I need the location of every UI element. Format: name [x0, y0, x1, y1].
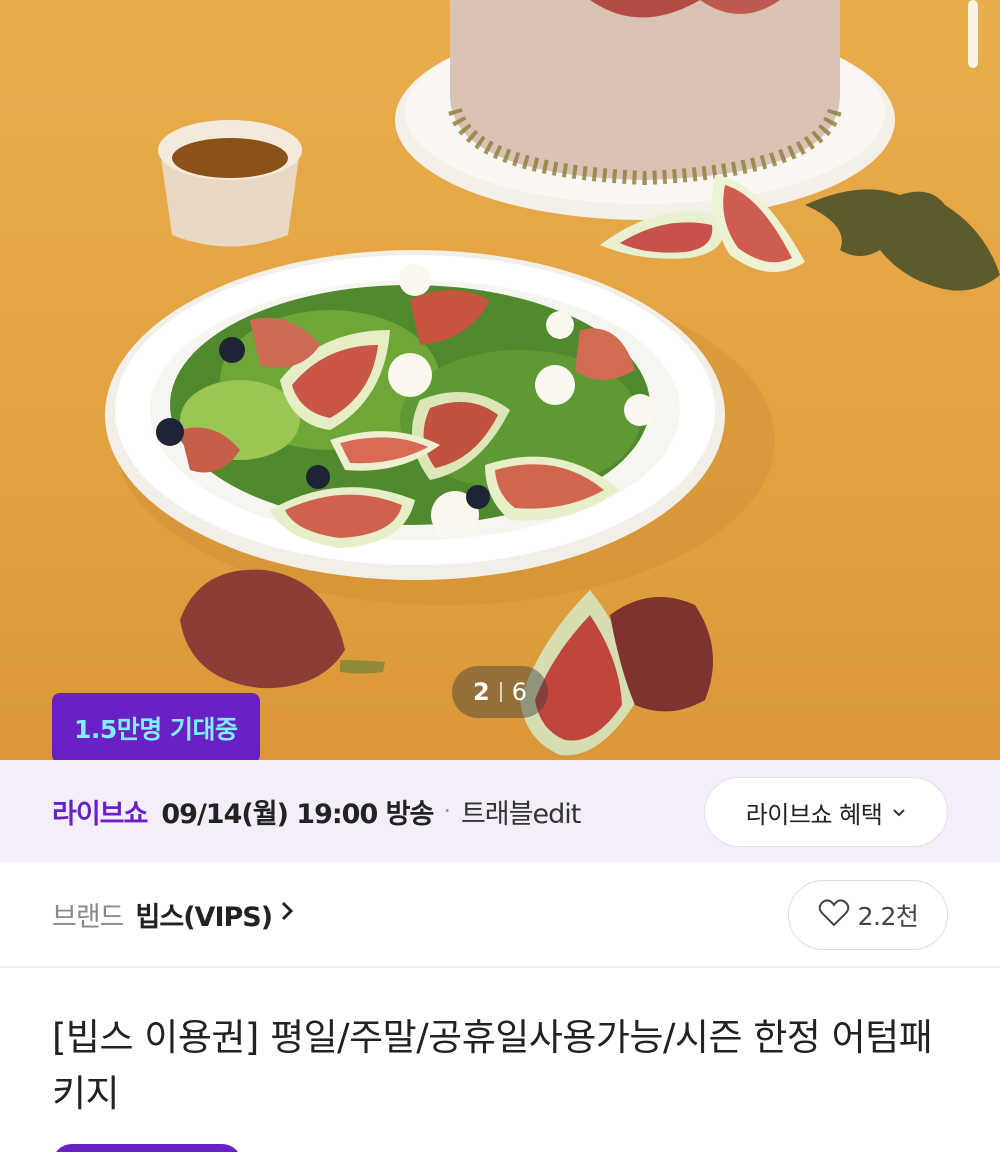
live-show-bar: 라이브쇼 09/14(월) 19:00 방송 · 트래블edit 라이브쇼 혜택: [0, 760, 1000, 862]
product-tag-badge: [52, 1144, 242, 1152]
product-image-carousel[interactable]: 2 6 1.5만명 기대중: [0, 0, 1000, 760]
pager-total: 6: [511, 678, 527, 706]
like-count: 2.2천: [857, 902, 919, 931]
product-title: [빕스 이용권] 평일/주말/공휴일사용가능/시즌 한정 어텀패키지: [52, 1016, 933, 1115]
pager-current: 2: [473, 678, 490, 706]
product-photo: [105, 0, 1000, 756]
heart-icon: [818, 898, 850, 932]
live-show-benefit-label: 라이브쇼 혜택: [745, 800, 883, 829]
live-show-date: 09/14(월) 19:00 방송: [161, 798, 434, 830]
brand-link[interactable]: 빕스(VIPS): [136, 895, 274, 934]
brand-prefix-label: 브랜드: [52, 901, 125, 933]
live-show-label: 라이브쇼: [52, 798, 148, 830]
image-pager-indicator: 2 6: [452, 666, 548, 718]
live-show-separator: ·: [443, 797, 451, 825]
like-button[interactable]: 2.2천: [788, 880, 948, 950]
pager-divider: [499, 682, 502, 702]
live-show-benefit-button[interactable]: 라이브쇼 혜택: [704, 777, 948, 847]
chevron-right-icon[interactable]: [280, 899, 294, 929]
chevron-down-icon: [892, 803, 906, 822]
scrollbar-thumb[interactable]: [968, 0, 978, 68]
brand-row: 브랜드 빕스(VIPS) 2.2천: [0, 862, 1000, 968]
live-show-channel[interactable]: 트래블edit: [461, 792, 581, 831]
expectation-count-badge: 1.5만명 기대중: [52, 693, 260, 760]
